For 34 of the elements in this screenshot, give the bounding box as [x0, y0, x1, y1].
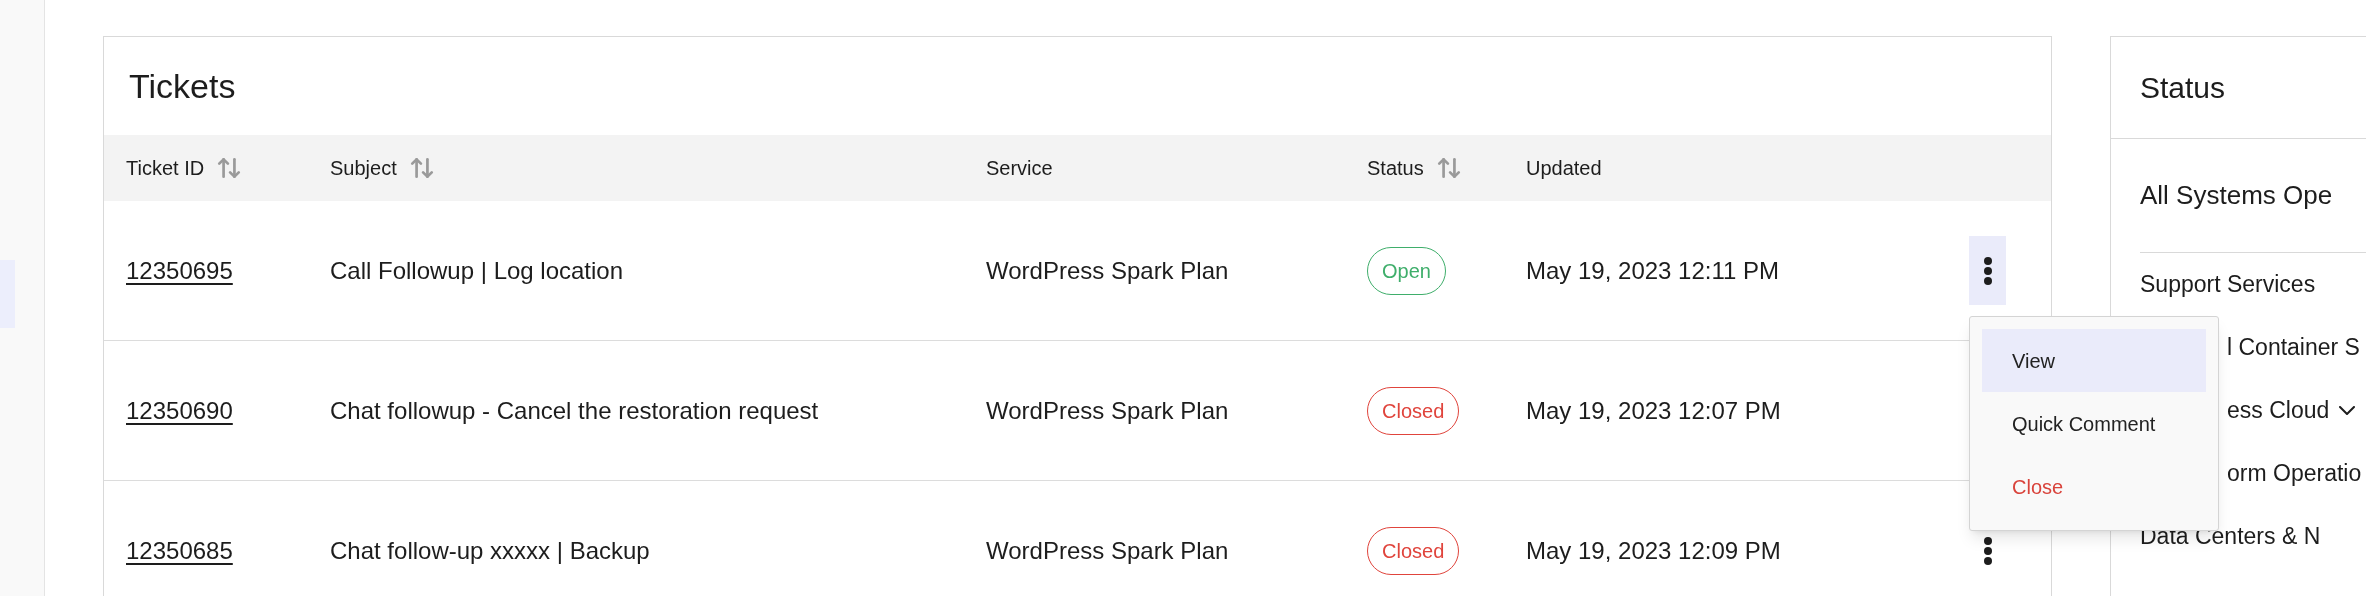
ticket-id-link[interactable]: 12350685	[126, 532, 233, 569]
kebab-icon	[1982, 255, 1993, 286]
menu-item[interactable]: Close	[1982, 455, 2206, 518]
table-cell-text: Chat followup - Cancel the restoration request	[330, 395, 820, 426]
ticket-id-link[interactable]: 12350695	[126, 252, 233, 289]
column-header[interactable]: Ticket ID	[126, 153, 243, 183]
table-cell-text: WordPress Spark Plan	[986, 255, 1230, 286]
table-cell-text: Call Followup | Log location	[330, 255, 625, 286]
table-cell-text: May 19, 2023 12:07 PM	[1526, 395, 1782, 426]
menu-item[interactable]: Quick Comment	[1982, 392, 2206, 455]
chevron-down-icon	[2339, 406, 2356, 415]
service-status-item[interactable]: l Container S	[2227, 330, 2360, 365]
column-header[interactable]: Updated	[1526, 153, 1602, 183]
table-cell-text: May 19, 2023 12:11 PM	[1526, 255, 1781, 286]
service-status-item[interactable]: Support Services	[2140, 267, 2316, 302]
kebab-icon	[1982, 535, 1993, 566]
ticket-id-link[interactable]: 12350690	[126, 392, 233, 429]
menu-item[interactable]: View	[1982, 329, 2206, 392]
column-header[interactable]: Subject	[330, 153, 435, 183]
more-actions-button[interactable]	[1969, 236, 2006, 305]
column-header[interactable]: Service	[986, 153, 1053, 183]
service-status-item[interactable]: ess Cloud	[2227, 393, 2356, 428]
table-cell-text: WordPress Spark Plan	[986, 535, 1230, 566]
column-header[interactable]: Status	[1367, 153, 1462, 183]
table-cell-text: May 19, 2023 12:09 PM	[1526, 535, 1782, 566]
sort-icon	[216, 155, 243, 181]
card-title: Tickets	[129, 65, 236, 107]
service-status-item[interactable]: orm Operatio	[2227, 456, 2362, 491]
sort-icon	[408, 155, 435, 181]
sort-icon	[1435, 155, 1462, 181]
card-title: Status	[2140, 70, 2226, 106]
table-cell-text: WordPress Spark Plan	[986, 395, 1230, 426]
table-cell-text: Chat follow-up xxxxx | Backup	[330, 535, 651, 566]
status-summary: All Systems Ope	[2140, 179, 2333, 212]
